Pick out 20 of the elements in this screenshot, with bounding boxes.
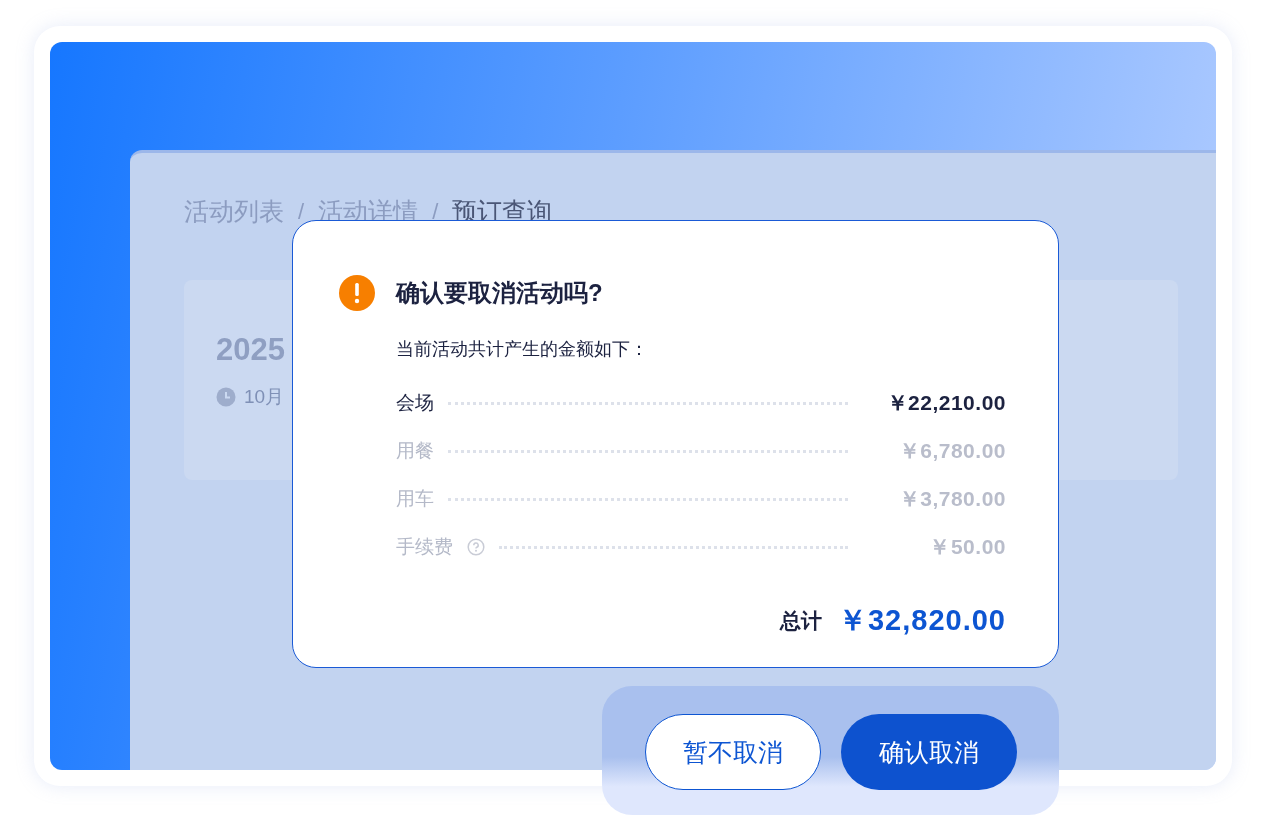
breadcrumb-separator: /: [432, 198, 439, 225]
total-amount: ￥32,820.00: [838, 603, 1006, 638]
fee-amount: ￥22,210.00: [885, 390, 1006, 416]
confirm-button[interactable]: 确认取消: [840, 714, 1017, 790]
total-label: 总计: [780, 608, 822, 634]
warning-icon: [339, 275, 375, 311]
event-title: 2025: [216, 332, 285, 368]
fee-label: 用车: [396, 487, 434, 511]
clock-icon: [216, 387, 236, 407]
fee-amount: ￥6,780.00: [897, 438, 1006, 464]
event-time: 10月: [244, 385, 285, 409]
dismiss-button[interactable]: 暂不取消: [644, 714, 821, 790]
fee-amount: ￥3,780.00: [897, 486, 1006, 512]
fee-label: 用餐: [396, 439, 434, 463]
fee-amount: ￥50.00: [928, 534, 1006, 560]
dialog-title: 确认要取消活动吗?: [396, 278, 603, 308]
fee-label: 手续费: [396, 535, 453, 559]
breadcrumb-separator: /: [298, 198, 305, 225]
fee-label: 会场: [396, 391, 434, 415]
dialog-message: 当前活动共计产生的金额如下：: [396, 338, 649, 361]
